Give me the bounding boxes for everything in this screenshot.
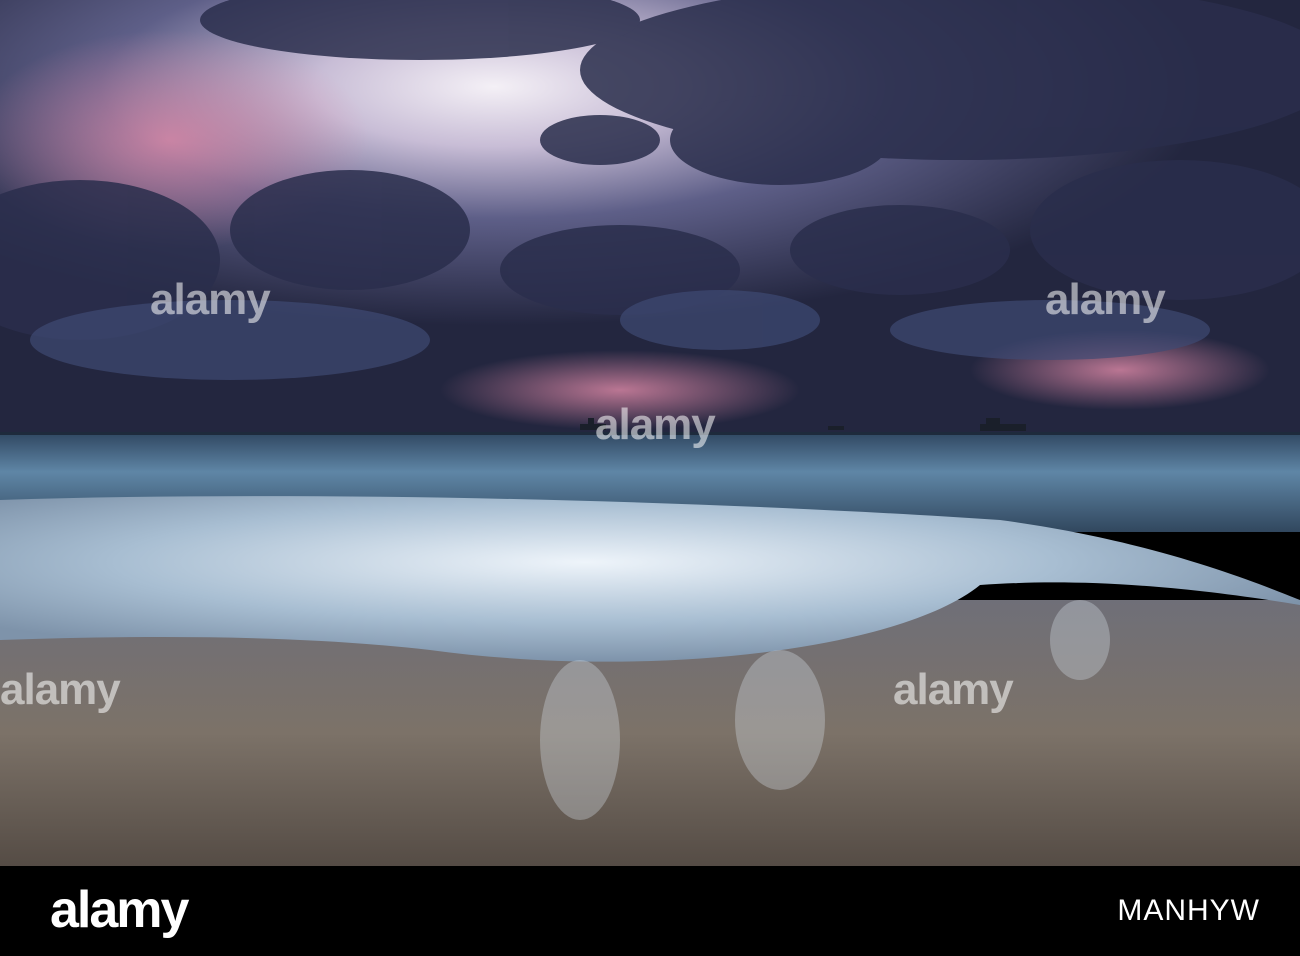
alamy-logo: alamy [50,881,189,939]
watermark: alamy [1045,275,1166,324]
watermark: alamy [0,665,121,714]
image-id: MANHYW [1117,894,1260,927]
beach-photo: alamy alamy alamy alamy alamy [0,0,1300,866]
watermark: alamy [893,665,1014,714]
watermark: alamy [150,275,271,324]
footer-bar: alamy MANHYW [0,866,1300,956]
watermark: alamy [595,400,716,449]
